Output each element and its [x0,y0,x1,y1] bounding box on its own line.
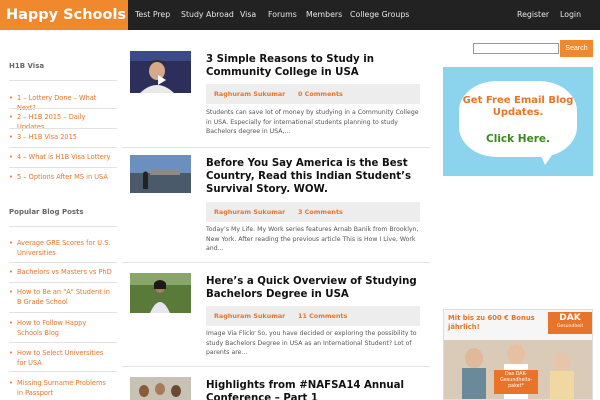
sidebar-link-popular-1[interactable]: • Average GRE Scores for U.S. Universitie… [9,238,113,258]
bullet-icon: • [9,173,13,181]
sidebar-divider [9,226,117,227]
post-meta: Raghuram Sukumar 3 Comments [206,202,420,222]
post-excerpt: Today’s My Life. My Work series features… [206,226,419,253]
sidebar-divider [9,128,117,129]
post-item: Highlights from #NAFSA14 Annual Conferen… [122,372,430,400]
post-item: Before You Say America is the Best Count… [122,151,430,263]
post-excerpt: Image Via Flickr So, you have decided or… [206,330,417,357]
sidebar-link-popular-6[interactable]: • Missing Surname Problems in Passport [9,378,113,398]
h1b-visa-heading: H1B Visa [9,62,45,70]
bullet-icon: • [9,239,13,247]
sidebar-link-popular-4[interactable]: • How to Follow Happy Schools Blog [9,318,113,338]
speech-bubble [459,81,577,157]
speech-bubble-tail [539,151,555,165]
post-title[interactable]: Before You Say America is the Best Count… [206,157,428,196]
bullet-icon: • [9,349,13,357]
sidebar-divider [9,371,117,372]
nav-visa[interactable]: Visa [240,0,256,30]
nav-study-abroad[interactable]: Study Abroad [181,0,234,30]
sidebar-link-popular-2[interactable]: • Bachelors vs Masters vs PhD [9,267,113,277]
sidebar-divider [9,312,117,313]
nav-members[interactable]: Members [306,0,342,30]
bullet-icon: • [9,319,13,327]
sidebar-divider [9,262,117,263]
post-author[interactable]: Raghuram Sukumar [214,84,285,104]
nav-college-groups[interactable]: College Groups [350,0,409,30]
post-excerpt: Students can save lot of money by studyi… [206,109,419,136]
sidebar-link-h1b-3[interactable]: • 3 – H1B Visa 2015 [9,132,113,142]
thumbnail-image [130,273,191,313]
post-title[interactable]: 3 Simple Reasons to Study in Community C… [206,53,428,79]
sidebar-link-h1b-5[interactable]: • 5 – Options After MS in USA [9,172,113,182]
post-item: Here’s a Quick Overview of Studying Bach… [122,268,430,367]
sidebar-divider [9,282,117,283]
nav-register[interactable]: Register [517,0,549,30]
sidebar-link-popular-3[interactable]: • How to Be an "A" Student in B Grade Sch… [9,287,113,307]
bullet-icon: • [9,113,13,121]
post-title[interactable]: Highlights from #NAFSA14 Annual Conferen… [206,379,428,400]
post-thumbnail[interactable] [130,273,191,313]
email-ad-cta: Click Here. [486,133,550,145]
post-comments[interactable]: 11 Comments [298,306,347,326]
nav-login[interactable]: Login [560,0,581,30]
thumbnail-image [130,155,191,193]
sidebar-link-h1b-2[interactable]: • 2 – H1B 2015 – Daily Updates [9,112,113,132]
post-divider [122,147,430,148]
sidebar-divider [9,147,117,148]
bullet-icon: • [9,153,13,161]
dak-logo: DAK [548,312,592,334]
popular-posts-heading: Popular Blog Posts [9,208,84,216]
bullet-icon: • [9,133,13,141]
post-comments[interactable]: 3 Comments [298,202,343,222]
sidebar-divider [9,167,117,168]
sidebar-link-popular-5[interactable]: • How to Select Universities for USA [9,348,113,368]
sidebar-link-h1b-4[interactable]: • 4 – What is H1B Visa Lottery [9,152,113,162]
post-thumbnail[interactable] [130,155,191,193]
post-divider [122,366,430,367]
post-author[interactable]: Raghuram Sukumar [214,306,285,326]
thumbnail-image [130,377,191,400]
bullet-icon: • [9,268,13,276]
post-meta: Raghuram Sukumar 0 Comments [206,84,420,104]
thumbnail-image [130,51,191,93]
post-item: 3 Simple Reasons to Study in Community C… [122,46,430,148]
post-comments[interactable]: 0 Comments [298,84,343,104]
nav-test-prep[interactable]: Test Prep [135,0,170,30]
site-logo[interactable]: Happy Schools [0,0,128,30]
top-navigation-bar: Happy Schools Test Prep Study Abroad Vis… [0,0,600,30]
email-updates-ad[interactable]: Get Free Email Blog Updates. Click Here. [443,67,593,176]
post-title[interactable]: Here’s a Quick Overview of Studying Bach… [206,275,428,301]
post-thumbnail[interactable] [130,51,191,93]
search-input[interactable] [473,43,559,54]
search-button[interactable]: Search [560,40,593,57]
sidebar-link-h1b-1[interactable]: • 1 – Lottery Done – What Next? [9,93,113,113]
nav-forums[interactable]: Forums [268,0,297,30]
bullet-icon: • [9,288,13,296]
email-ad-headline: Get Free Email Blog Updates. [462,95,574,118]
bullet-icon: • [9,94,13,102]
sidebar-divider [9,80,117,81]
dak-package-tag: Das DAK-Gesundheits-paket* [494,370,538,394]
bullet-icon: • [9,379,13,387]
dak-ad-banner[interactable]: Mit bis zu 600 € Bonus jährlich! DAK Ges… [443,309,593,400]
sidebar-divider [9,108,117,109]
post-divider [122,262,430,263]
sidebar-divider [9,342,117,343]
dak-logo-sub: Gesundheit [556,324,584,329]
dak-promo-text: Mit bis zu 600 € Bonus jährlich! [448,314,535,331]
post-thumbnail[interactable] [130,377,191,400]
post-meta: Raghuram Sukumar 11 Comments [206,306,420,326]
post-author[interactable]: Raghuram Sukumar [214,202,285,222]
